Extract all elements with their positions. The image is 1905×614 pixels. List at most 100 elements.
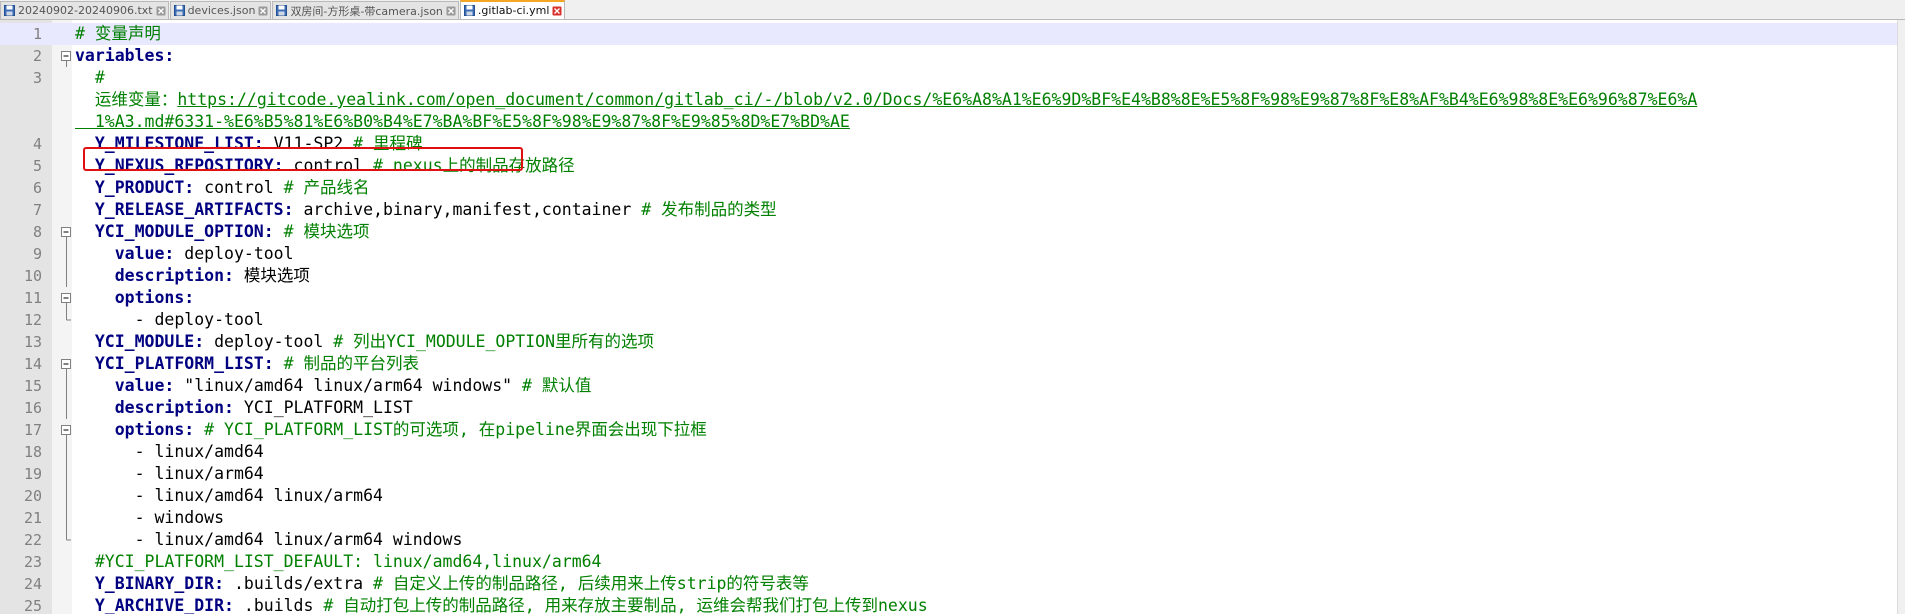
- yaml-value: control: [283, 156, 374, 175]
- yaml-key: Y_PRODUCT:: [75, 178, 195, 197]
- code-line[interactable]: 8 YCI_MODULE_OPTION: # 模块选项: [0, 221, 1898, 243]
- comment-link[interactable]: https://gitcode.yealink.com/open_documen…: [177, 90, 1697, 109]
- code-line[interactable]: 9 value: deploy-tool: [0, 243, 1898, 265]
- line-number: 13: [23, 333, 42, 351]
- yaml-value: control: [194, 178, 284, 197]
- code-line[interactable]: 6 Y_PRODUCT: control # 产品线名: [0, 177, 1898, 199]
- yaml-comment: # nexus上的制品存放路径: [373, 156, 575, 175]
- yaml-comment: # 列出YCI_MODULE_OPTION里所有的选项: [333, 332, 655, 351]
- code-text: YCI_MODULE: deploy-tool # 列出YCI_MODULE_O…: [75, 331, 1895, 353]
- tab-file-0[interactable]: 20240902-20240906.txt: [0, 1, 169, 19]
- comment-link[interactable]: 1%A3.md#6331-%E6%B5%81%E6%B0%B4%E7%BA%BF…: [75, 112, 850, 131]
- yaml-key: options:: [75, 420, 195, 439]
- code-line[interactable]: 2 variables:: [0, 45, 1898, 67]
- code-line[interactable]: 10 description: 模块选项: [0, 265, 1898, 287]
- code-line[interactable]: 25 Y_ARCHIVE_DIR: .builds # 自动打包上传的制品路径,…: [0, 595, 1898, 614]
- code-line[interactable]: 16 description: YCI_PLATFORM_LIST: [0, 397, 1898, 419]
- yaml-comment: # 发布制品的类型: [641, 200, 777, 219]
- code-text: 运维变量：https://gitcode.yealink.com/open_do…: [75, 89, 1895, 133]
- close-icon[interactable]: [446, 6, 456, 16]
- code-line[interactable]: 17 options: # YCI_PLATFORM_LIST的可选项, 在pi…: [0, 419, 1898, 441]
- code-line[interactable]: 13 YCI_MODULE: deploy-tool # 列出YCI_MODUL…: [0, 331, 1898, 353]
- code-text: description: 模块选项: [75, 265, 1895, 287]
- code-line[interactable]: 24 Y_BINARY_DIR: .builds/extra # 自定义上传的制…: [0, 573, 1898, 595]
- line-number: 4: [32, 135, 42, 153]
- fold-toggle-icon[interactable]: [61, 353, 72, 375]
- code-line[interactable]: 20 - linux/amd64 linux/arm64: [0, 485, 1898, 507]
- yaml-value: - linux/arm64: [75, 464, 264, 483]
- line-number: 19: [23, 465, 42, 483]
- code-line[interactable]: 运维变量：https://gitcode.yealink.com/open_do…: [0, 89, 1898, 133]
- code-line[interactable]: 11 options:: [0, 287, 1898, 309]
- code-line[interactable]: 19 - linux/arm64: [0, 463, 1898, 485]
- code-editor[interactable]: 1 # 变量声明 2 variables: 3 # 运维变量：https://gitco…: [0, 20, 1905, 614]
- yaml-comment: # 产品线名: [283, 178, 370, 197]
- tab-file-1[interactable]: devices.json: [169, 1, 272, 19]
- save-icon: [4, 5, 15, 16]
- code-line[interactable]: 3 #: [0, 67, 1898, 89]
- yaml-key: options:: [75, 288, 195, 307]
- tab-file-3[interactable]: .gitlab-ci.yml: [459, 0, 566, 19]
- yaml-key: Y_RELEASE_ARTIFACTS:: [75, 200, 294, 219]
- line-number: 5: [32, 157, 42, 175]
- yaml-value: - windows: [75, 508, 225, 527]
- fold-toggle-icon[interactable]: [61, 45, 72, 67]
- fold-guide: [61, 397, 72, 419]
- close-icon[interactable]: [156, 6, 166, 16]
- yaml-comment: # YCI_PLATFORM_LIST的可选项, 在pipeline界面会出现下…: [204, 420, 707, 439]
- fold-toggle-icon[interactable]: [61, 221, 72, 243]
- code-text: description: YCI_PLATFORM_LIST: [75, 397, 1895, 419]
- code-line[interactable]: 14 YCI_PLATFORM_LIST: # 制品的平台列表: [0, 353, 1898, 375]
- code-text: - linux/arm64: [75, 463, 1895, 485]
- yaml-value: [274, 354, 284, 373]
- code-line[interactable]: 12 - deploy-tool: [0, 309, 1898, 331]
- fold-toggle-icon[interactable]: [61, 287, 72, 309]
- yaml-value: [194, 420, 204, 439]
- line-number: 21: [23, 509, 42, 527]
- code-line[interactable]: 4 Y_MILESTONE_LIST: V11-SP2 # 里程碑: [0, 133, 1898, 155]
- code-line[interactable]: 18 - linux/amd64: [0, 441, 1898, 463]
- fold-guide: [61, 485, 72, 507]
- line-number: 9: [32, 245, 42, 263]
- yaml-comment: # 默认值: [522, 376, 592, 395]
- code-text: # 变量声明: [75, 23, 1895, 45]
- code-line[interactable]: 21 - windows: [0, 507, 1898, 529]
- code-line[interactable]: 23 #YCI_PLATFORM_LIST_DEFAULT: linux/amd…: [0, 551, 1898, 573]
- save-icon: [173, 5, 185, 16]
- tab-label: .gitlab-ci.yml: [477, 4, 550, 17]
- code-line[interactable]: 7 Y_RELEASE_ARTIFACTS: archive,binary,ma…: [0, 199, 1898, 221]
- fold-toggle-icon[interactable]: [61, 419, 72, 441]
- save-icon: [276, 5, 288, 16]
- code-line[interactable]: 22 - linux/amd64 linux/arm64 windows: [0, 529, 1898, 551]
- yaml-key: YCI_MODULE:: [75, 332, 205, 351]
- yaml-value: YCI_PLATFORM_LIST: [233, 398, 413, 417]
- line-number: 18: [23, 443, 42, 461]
- code-line[interactable]: 1 # 变量声明: [0, 23, 1898, 45]
- close-icon[interactable]: [552, 6, 562, 16]
- code-text: - windows: [75, 507, 1895, 529]
- yaml-value: archive,binary,manifest,container: [293, 200, 642, 219]
- code-text: value: deploy-tool: [75, 243, 1895, 265]
- vertical-scrollbar[interactable]: [1897, 20, 1905, 614]
- yaml-value: - linux/amd64 linux/arm64: [75, 486, 383, 505]
- line-number: 25: [23, 597, 42, 614]
- yaml-value: - linux/amd64 linux/arm64 windows: [75, 530, 463, 549]
- close-icon[interactable]: [258, 6, 268, 16]
- line-number: 22: [23, 531, 42, 549]
- yaml-comment: # 模块选项: [283, 222, 370, 241]
- line-number: 15: [23, 377, 42, 395]
- tab-file-2[interactable]: 双房间-方形桌-带camera.json: [272, 1, 459, 19]
- code-line[interactable]: 5 Y_NEXUS_REPOSITORY: control # nexus上的制…: [0, 155, 1898, 177]
- yaml-value: .builds/extra: [224, 574, 374, 593]
- line-number: 7: [32, 201, 42, 219]
- line-number: 16: [23, 399, 42, 417]
- yaml-key: variables:: [75, 46, 175, 65]
- tab-bar: 20240902-20240906.txt devices.json 双房间-方形桌…: [0, 0, 1905, 20]
- fold-guide: [61, 507, 72, 529]
- code-lines: 1 # 变量声明 2 variables: 3 # 运维变量：https://gitco…: [0, 23, 1898, 614]
- yaml-comment: # 里程碑: [353, 134, 423, 153]
- code-text: options: # YCI_PLATFORM_LIST的可选项, 在pipel…: [75, 419, 1895, 441]
- yaml-value: deploy-tool: [174, 244, 294, 263]
- yaml-value: - deploy-tool: [75, 310, 264, 329]
- code-line[interactable]: 15 value: "linux/amd64 linux/arm64 windo…: [0, 375, 1898, 397]
